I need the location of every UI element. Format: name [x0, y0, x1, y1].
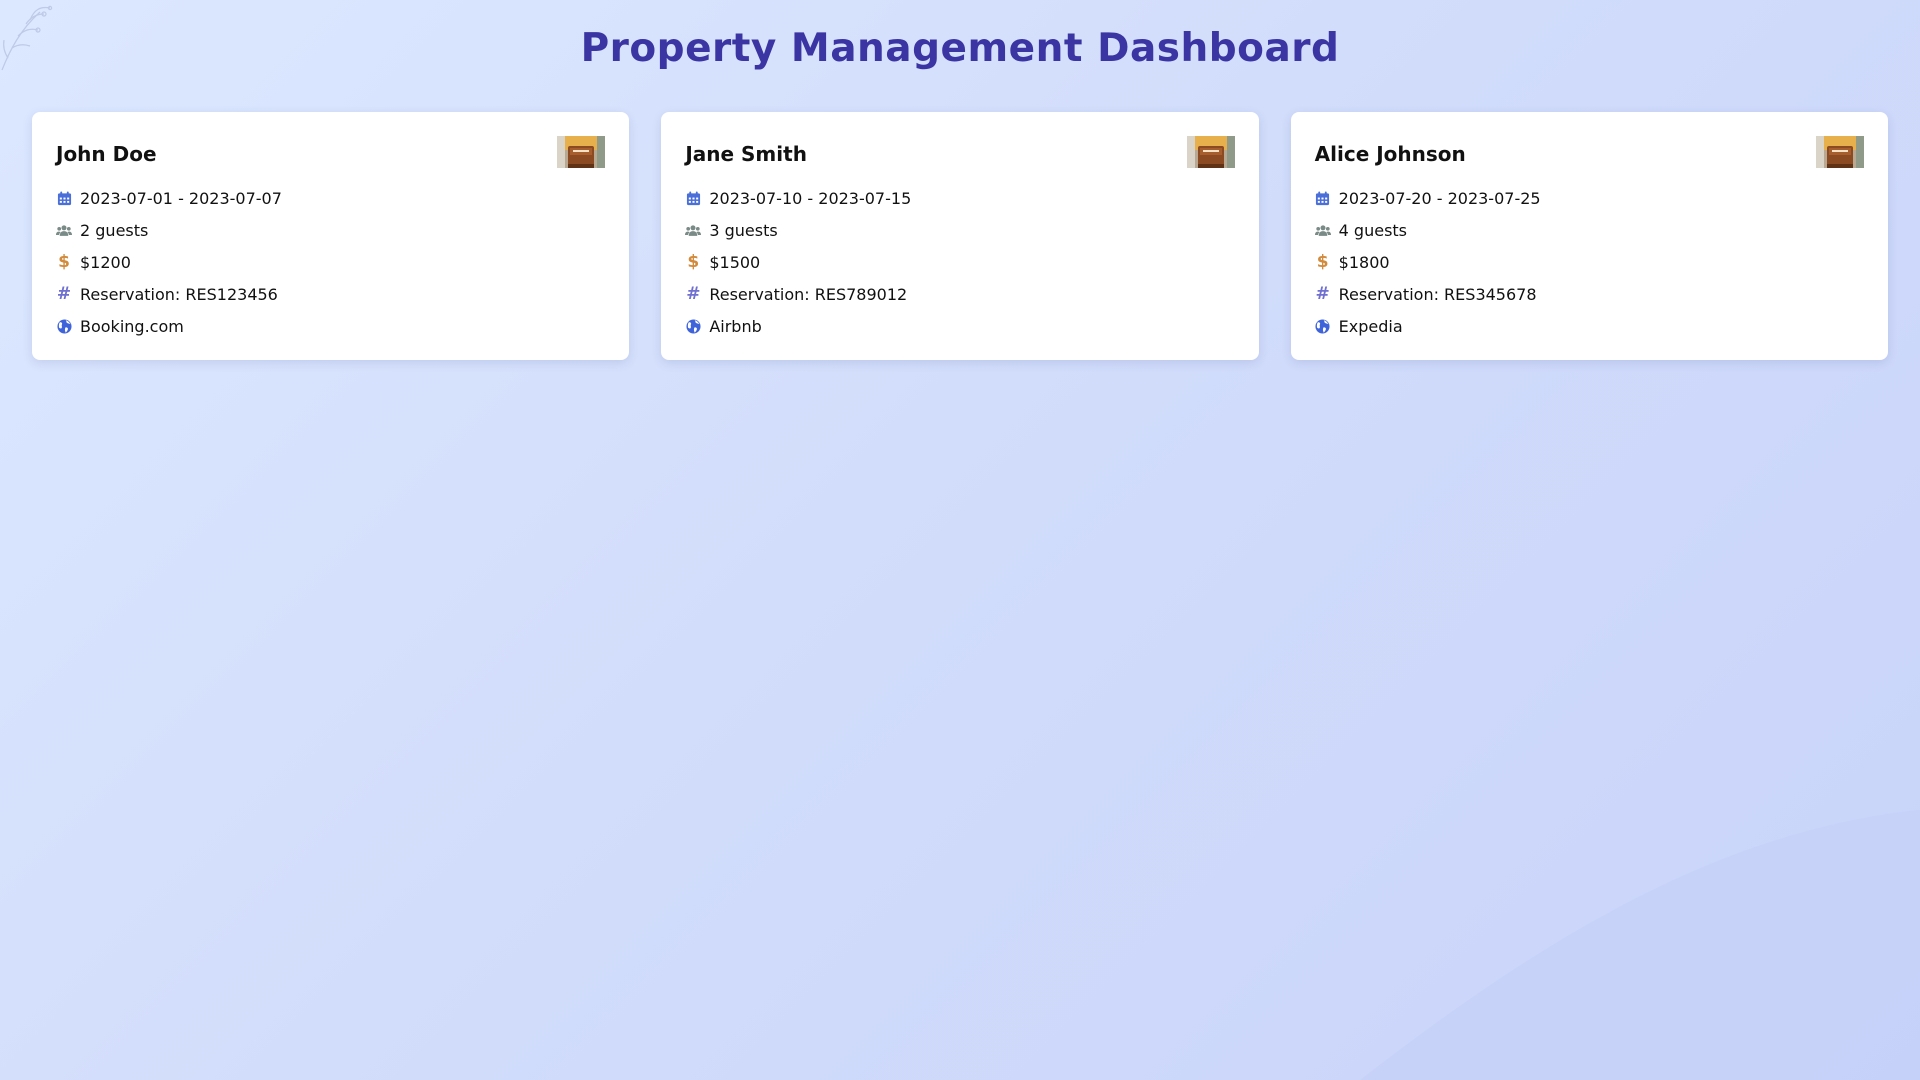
booking-reservation: # Reservation: RES789012: [685, 278, 1234, 310]
booking-card[interactable]: Jane Smith 2023-07-10 - 2023-07-15 3 gue…: [661, 112, 1259, 360]
price-text: $1200: [80, 252, 131, 272]
booking-reservation: # Reservation: RES345678: [1315, 278, 1864, 310]
hash-icon: #: [686, 283, 701, 304]
booking-guests: 3 guests: [685, 214, 1234, 246]
booking-cards: John Doe 2023-07-01 - 2023-07-07 2 guest…: [32, 112, 1888, 360]
calendar-icon: [1315, 190, 1331, 206]
reservation-text: Reservation: RES789012: [709, 284, 908, 304]
guests-text: 2 guests: [80, 220, 149, 240]
guest-name: Alice Johnson: [1314, 142, 1466, 166]
property-photo: [1186, 136, 1235, 168]
platform-text: Booking.com: [80, 316, 184, 336]
booking-card[interactable]: John Doe 2023-07-01 - 2023-07-07 2 guest…: [32, 112, 630, 360]
price-text: $1800: [1338, 252, 1390, 272]
property-photo: [1815, 136, 1864, 168]
dates-text: 2023-07-10 - 2023-07-15: [709, 188, 912, 208]
property-photo: [557, 136, 606, 168]
guest-name: Jane Smith: [685, 142, 807, 166]
booking-price: $ $1800: [1315, 246, 1864, 278]
booking-dates: 2023-07-01 - 2023-07-07: [56, 182, 605, 214]
booking-price: $ $1500: [685, 246, 1234, 278]
card-header: Alice Johnson: [1315, 136, 1864, 172]
price-text: $1500: [709, 252, 761, 272]
booking-guests: 4 guests: [1314, 214, 1864, 246]
dates-text: 2023-07-20 - 2023-07-25: [1338, 188, 1541, 208]
guests-text: 3 guests: [709, 220, 778, 240]
booking-platform: Booking.com: [56, 310, 605, 342]
users-icon: [685, 222, 702, 238]
globe-icon: [1315, 318, 1331, 334]
card-header: John Doe: [56, 136, 606, 172]
booking-platform: Expedia: [1315, 310, 1864, 342]
booking-reservation: # Reservation: RES123456: [56, 278, 605, 310]
globe-icon: [56, 318, 72, 334]
booking-guests: 2 guests: [56, 214, 605, 246]
card-header: Jane Smith: [685, 136, 1235, 172]
booking-card[interactable]: Alice Johnson 2023-07-20 - 2023-07-25 4 …: [1290, 112, 1888, 360]
booking-dates: 2023-07-10 - 2023-07-15: [685, 182, 1234, 214]
guest-name: John Doe: [56, 142, 157, 166]
users-icon: [56, 222, 72, 238]
dollar-icon: $: [58, 251, 70, 272]
reservation-text: Reservation: RES123456: [80, 284, 278, 304]
booking-price: $ $1200: [56, 246, 605, 278]
platform-text: Expedia: [1338, 316, 1403, 336]
calendar-icon: [685, 190, 701, 206]
guests-text: 4 guests: [1338, 220, 1408, 240]
globe-icon: [685, 318, 701, 334]
booking-dates: 2023-07-20 - 2023-07-25: [1315, 182, 1864, 214]
hash-icon: #: [56, 283, 72, 304]
hash-icon: #: [1315, 283, 1330, 304]
users-icon: [1314, 222, 1331, 238]
dates-text: 2023-07-01 - 2023-07-07: [80, 188, 282, 208]
dollar-icon: $: [687, 251, 700, 272]
calendar-icon: [56, 190, 72, 206]
reservation-text: Reservation: RES345678: [1338, 284, 1537, 304]
decorative-swoosh: [1360, 810, 1920, 1080]
page-title: Property Management Dashboard: [580, 26, 1340, 71]
booking-platform: Airbnb: [685, 310, 1234, 342]
dollar-icon: $: [1316, 251, 1329, 272]
platform-text: Airbnb: [709, 316, 762, 336]
